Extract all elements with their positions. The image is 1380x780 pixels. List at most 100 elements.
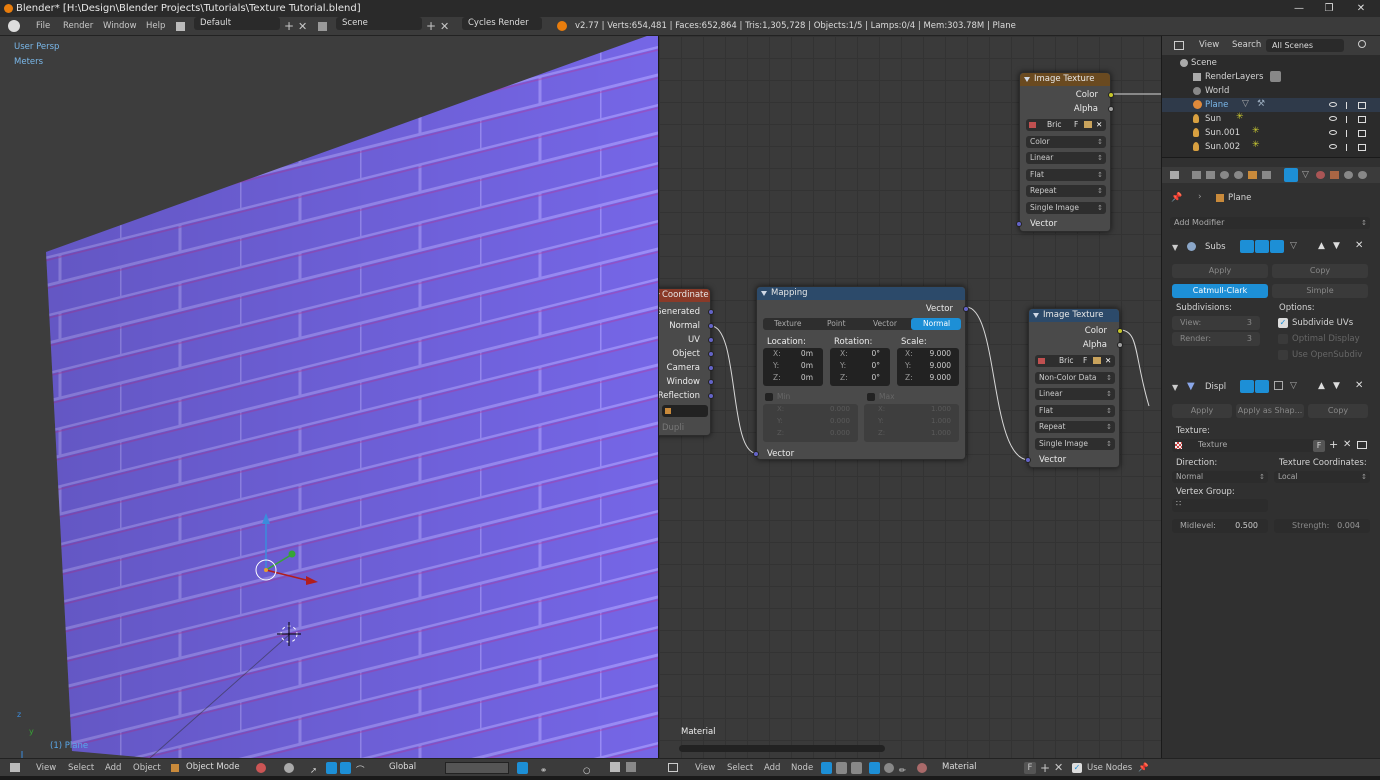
texcoord-socket-window[interactable] [708, 379, 714, 385]
node-menu-select[interactable]: Select [727, 759, 753, 777]
move-up-icon[interactable]: ▲ [1318, 241, 1325, 251]
image-top-fake-button[interactable]: F [1074, 119, 1078, 131]
image-top-unlink-icon[interactable]: ✕ [1096, 119, 1102, 131]
show-on-cage-icon[interactable]: ▽ [1290, 241, 1297, 251]
outliner-search-icon[interactable] [1358, 40, 1366, 48]
tab-constraints-icon[interactable] [1262, 171, 1271, 179]
image-bottom-unlink-icon[interactable]: ✕ [1105, 355, 1111, 367]
texcoord-socket-camera[interactable] [708, 365, 714, 371]
displace-copy-button[interactable]: Copy [1308, 404, 1368, 418]
show-in-viewport-icon[interactable] [1270, 240, 1284, 253]
image-top-datablock[interactable]: Bric F ✕ [1026, 119, 1106, 131]
move-up-icon[interactable]: ▲ [1318, 381, 1325, 391]
image-top-extension-select[interactable]: Repeat [1026, 185, 1106, 197]
new-material-button[interactable]: + [1040, 759, 1050, 777]
layers-grid-icon[interactable] [445, 762, 509, 774]
tab-texture[interactable]: Texture [774, 319, 801, 328]
show-in-render-icon[interactable] [1255, 240, 1269, 253]
visibility-eye-icon[interactable] [1329, 144, 1337, 149]
pivot-point-icon[interactable] [284, 763, 294, 773]
use-opensubdiv-checkbox[interactable] [1278, 350, 1288, 360]
material-fake-button[interactable]: F [1024, 762, 1036, 774]
node-menu-node[interactable]: Node [791, 759, 813, 777]
selectable-cursor-icon[interactable] [1346, 130, 1351, 137]
show-in-editmode-icon[interactable] [1240, 240, 1254, 253]
mapping-node[interactable]: Mapping Vector Texture Point Vector Norm… [753, 286, 969, 460]
subsurf-apply-button[interactable]: Apply [1172, 264, 1268, 278]
maximize-button[interactable]: ❐ [1314, 0, 1344, 17]
selectable-cursor-icon[interactable] [1346, 144, 1351, 151]
loc-y-field[interactable]: 0m [801, 361, 813, 370]
add-layout-button[interactable]: + [284, 17, 294, 36]
lock-camera-icon[interactable] [517, 762, 528, 774]
subsurf-name-field[interactable]: Subs [1205, 242, 1226, 252]
texcoord-socket-normal[interactable] [708, 323, 714, 329]
outliner-row-plane[interactable]: Plane ▽ ⚒ [1162, 98, 1380, 112]
outliner-row-world[interactable]: World [1162, 84, 1380, 98]
tab-vector[interactable]: Vector [873, 319, 897, 328]
texture-nodes-icon[interactable] [851, 762, 862, 774]
properties-editor-icon[interactable] [1170, 171, 1179, 179]
add-modifier-select[interactable]: Add Modifier [1170, 217, 1370, 229]
image-bottom-source-select[interactable]: Single Image [1035, 438, 1115, 450]
image-bottom-fake-button[interactable]: F [1083, 355, 1087, 367]
object-shader-icon[interactable] [869, 762, 880, 774]
viewport-menu-object[interactable]: Object [133, 759, 161, 777]
compositing-nodes-icon[interactable] [836, 762, 847, 774]
texcoord-socket-reflection[interactable] [708, 393, 714, 399]
add-scene-button[interactable]: + [426, 17, 436, 36]
min-y-field[interactable]: 0.000 [830, 417, 850, 425]
optimal-display-checkbox[interactable] [1278, 334, 1288, 344]
node-menu-view[interactable]: View [695, 759, 715, 777]
shading-mode-icon[interactable] [256, 763, 266, 773]
pin-icon[interactable]: 📌 [1138, 759, 1149, 777]
scene-field[interactable]: Scene [336, 17, 422, 30]
scale-x-field[interactable]: 9.000 [930, 349, 951, 358]
collapse-arrow-icon[interactable]: ▼ [1172, 383, 1178, 392]
snap-icon[interactable]: ⚭ [540, 762, 547, 780]
loc-z-field[interactable]: 0m [801, 373, 813, 382]
texcoord-node-header[interactable]: Coordinate [659, 289, 710, 302]
render-engine-select[interactable]: Cycles Render [462, 17, 542, 30]
tab-renderlayers-icon[interactable] [1206, 171, 1215, 179]
outliner-editor-icon[interactable] [1174, 41, 1184, 50]
close-window-button[interactable]: ✕ [1346, 0, 1376, 17]
texture-properties-icon[interactable] [1357, 441, 1367, 449]
menu-file[interactable]: File [36, 17, 50, 36]
transform-orientation-select[interactable]: Global [383, 761, 429, 774]
unlink-material-button[interactable]: ✕ [1054, 759, 1063, 777]
shader-nodes-icon[interactable] [821, 762, 832, 774]
image-bottom-colorspace-select[interactable]: Non-Color Data [1035, 372, 1115, 384]
image-top-socket-vector[interactable] [1016, 221, 1022, 227]
mapping-socket-in-vector[interactable] [753, 451, 759, 457]
texcoord-socket-generated[interactable] [708, 309, 714, 315]
minimize-button[interactable]: — [1284, 0, 1314, 17]
tab-point[interactable]: Point [827, 319, 846, 328]
min-z-field[interactable]: 0.000 [830, 429, 850, 437]
texture-coordinates-select[interactable]: Local [1274, 471, 1370, 483]
render-animation-icon[interactable] [626, 762, 636, 772]
mapping-socket-out-vector[interactable] [963, 306, 969, 312]
min-checkbox[interactable] [765, 393, 773, 401]
viewport-menu-view[interactable]: View [36, 759, 56, 777]
manipulator-toggle-icon[interactable]: ➚ [310, 762, 320, 776]
displace-apply-button[interactable]: Apply [1172, 404, 1232, 418]
subdivide-uvs-checkbox[interactable]: ✓ [1278, 318, 1288, 328]
tab-scene-icon[interactable] [1220, 171, 1229, 179]
renderable-camera-icon[interactable] [1358, 130, 1366, 137]
world-shader-icon[interactable] [884, 763, 894, 773]
remove-modifier-icon[interactable]: ✕ [1355, 240, 1363, 251]
max-x-field[interactable]: 1.000 [931, 405, 951, 413]
use-nodes-checkbox[interactable]: ✓ [1072, 763, 1082, 773]
node-editor-scrollbar[interactable] [679, 745, 885, 752]
remove-layout-button[interactable]: ✕ [298, 17, 307, 36]
scale-y-field[interactable]: 9.000 [930, 361, 951, 370]
texcoord-socket-uv[interactable] [708, 337, 714, 343]
info-editor-icon[interactable] [8, 20, 20, 32]
show-on-cage-icon[interactable]: ▽ [1290, 381, 1297, 391]
max-checkbox[interactable] [867, 393, 875, 401]
image-bottom-extension-select[interactable]: Repeat [1035, 421, 1115, 433]
linestyle-icon[interactable]: ✏ [899, 762, 906, 780]
viewport-editor-icon[interactable] [10, 763, 20, 772]
max-z-field[interactable]: 1.000 [931, 429, 951, 437]
